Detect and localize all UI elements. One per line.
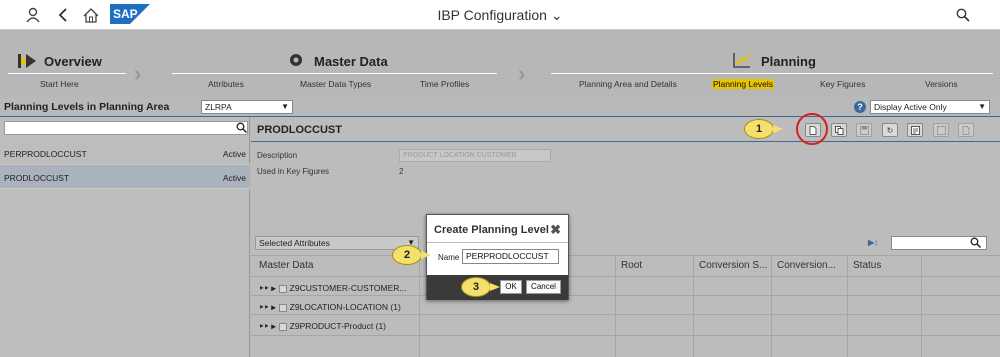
roadmap-line-master-data [172, 73, 497, 74]
search-input[interactable] [4, 121, 248, 135]
column-header-conversion-source[interactable]: Conversion S... [699, 260, 767, 271]
list-item-selected[interactable]: PRODLOCCUST Active [0, 165, 250, 189]
callout-2: 2 [392, 245, 431, 265]
table-row[interactable]: ‣‣ ▸ Z9PRODUCT-Product (1) [259, 321, 386, 332]
expand-icon[interactable]: ‣‣ ▸ [259, 321, 276, 331]
refresh-icon[interactable]: ↻ [882, 123, 898, 137]
column-divider [771, 255, 772, 357]
chevron-down-icon[interactable]: ⌄ [551, 7, 563, 23]
dialog-title: Create Planning Level [434, 224, 549, 236]
column-divider [615, 255, 616, 357]
column-divider [921, 255, 922, 357]
planning-level-list: PERPRODLOCCUST Active PRODLOCCUST Active [0, 117, 250, 357]
chevron-down-icon: ▼ [281, 102, 289, 111]
callout-pointer [773, 125, 783, 133]
row-label: Z9LOCATION-LOCATION (1) [289, 302, 401, 312]
used-in-label: Used in Key Figures [257, 167, 330, 176]
help-icon[interactable]: ? [854, 101, 866, 113]
step-attributes[interactable]: Attributes [208, 79, 244, 89]
master-data-icon [288, 52, 304, 71]
ok-button[interactable]: OK [500, 280, 522, 294]
overview-icon [18, 54, 38, 71]
status-label: Active [222, 173, 246, 183]
callout-pointer [490, 283, 500, 291]
display-filter-select[interactable]: Display Active Only ▼ [870, 100, 990, 114]
chevron-right-icon: › [518, 61, 526, 86]
close-icon[interactable]: ✖ [550, 222, 561, 238]
shell-bar: SAP IBP Configuration ⌄ [0, 0, 1000, 30]
table-row[interactable]: ‣‣ ▸ Z9CUSTOMER-CUSTOMER... [259, 283, 406, 294]
table-row-divider [251, 295, 1000, 296]
step-master-data-types[interactable]: Master Data Types [300, 79, 371, 89]
callout-pointer [421, 251, 431, 259]
column-divider [693, 255, 694, 357]
detail-panel: PRODLOCCUST ↻ Description PRODUCT LOCATI… [251, 117, 1000, 357]
column-header-root[interactable]: Root [621, 260, 642, 271]
detail-title: PRODLOCCUST [257, 124, 342, 136]
table-row-divider [251, 276, 1000, 277]
name-label: Name [438, 253, 460, 262]
search-icon[interactable] [236, 122, 248, 136]
column-header-conversion[interactable]: Conversion... [777, 260, 836, 271]
column-divider [419, 255, 420, 357]
details-icon[interactable] [907, 123, 923, 137]
column-header-status[interactable]: Status [853, 260, 881, 271]
list-item[interactable]: PERPRODLOCCUST Active [0, 141, 250, 165]
status-label: Active [222, 149, 246, 159]
step-planning-levels[interactable]: Planning Levels [712, 79, 775, 89]
copy-icon[interactable] [831, 123, 847, 137]
expand-icon[interactable]: ‣‣ ▸ [259, 283, 276, 293]
chevron-down-icon: ▼ [978, 102, 986, 111]
expand-icon[interactable]: ‣‣ ▸ [259, 302, 276, 312]
highlight-circle [796, 113, 828, 145]
step-key-figures[interactable]: Key Figures [820, 79, 865, 89]
name-input[interactable]: PERPRODLOCCUST [462, 249, 559, 264]
planning-area-select[interactable]: ZLRPA ▼ [201, 100, 293, 114]
column-header-master-data[interactable]: Master Data [259, 260, 313, 271]
description-field[interactable]: PRODUCT LOCATION CUSTOMER [399, 149, 551, 162]
list-item-name: PERPRODLOCCUST [4, 149, 87, 159]
step-versions[interactable]: Versions [925, 79, 958, 89]
table-row-divider [251, 335, 1000, 336]
phase-planning[interactable]: Planning [761, 54, 816, 69]
phase-overview[interactable]: Overview [44, 54, 102, 69]
divider [427, 242, 568, 243]
cancel-button[interactable]: Cancel [526, 280, 561, 294]
edit-icon[interactable] [933, 123, 949, 137]
delete-icon[interactable] [958, 123, 974, 137]
used-in-value: 2 [399, 167, 404, 176]
save-icon[interactable] [856, 123, 872, 137]
planning-icon [733, 52, 751, 71]
expand-collapse-icon[interactable]: ▶↕ [868, 238, 878, 247]
app-title[interactable]: IBP Configuration ⌄ [0, 7, 1000, 24]
chevron-right-icon: › [134, 61, 142, 86]
roadmap-line-overview [8, 73, 126, 74]
column-divider [847, 255, 848, 357]
table-row-divider [251, 314, 1000, 315]
row-checkbox[interactable] [278, 303, 287, 312]
step-start-here[interactable]: Start Here [40, 79, 79, 89]
callout-3: 3 [461, 277, 500, 297]
row-label: Z9PRODUCT-Product (1) [289, 321, 387, 331]
divider [251, 141, 1000, 142]
row-label: Z9CUSTOMER-CUSTOMER... [289, 283, 407, 293]
list-item-name: PRODLOCCUST [4, 173, 70, 183]
phase-master-data[interactable]: Master Data [314, 54, 388, 69]
planning-levels-heading: Planning Levels in Planning Area [4, 101, 170, 113]
roadmap-line-planning [551, 73, 993, 74]
table-row[interactable]: ‣‣ ▸ Z9LOCATION-LOCATION (1) [259, 302, 401, 313]
search-icon[interactable] [952, 4, 974, 26]
table-border [251, 255, 1000, 256]
step-time-profiles[interactable]: Time Profiles [420, 79, 469, 89]
search-icon[interactable] [970, 237, 982, 251]
description-label: Description [257, 151, 298, 160]
callout-1: 1 [744, 119, 783, 139]
row-checkbox[interactable] [278, 284, 287, 293]
step-planning-area[interactable]: Planning Area and Details [579, 79, 677, 89]
row-checkbox[interactable] [278, 322, 287, 331]
